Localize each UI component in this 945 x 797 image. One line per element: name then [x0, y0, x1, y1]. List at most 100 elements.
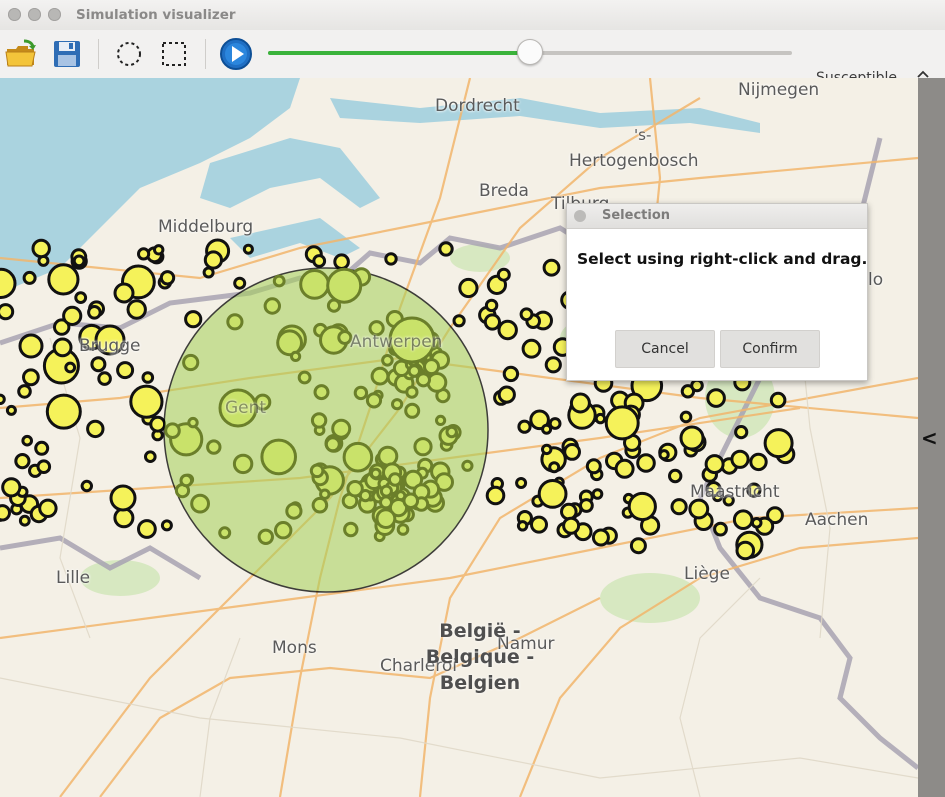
node-marker [461, 459, 474, 472]
close-window-button[interactable] [8, 8, 21, 21]
node-marker [149, 415, 167, 433]
save-button[interactable] [50, 37, 84, 71]
country-label-line-2: Belgique - [425, 646, 535, 668]
node-marker [404, 402, 421, 419]
node-marker [387, 472, 403, 487]
node-marker [636, 453, 656, 473]
node-marker [276, 329, 304, 357]
dialog-message: Select using right-click and drag. [577, 250, 868, 268]
node-marker [164, 422, 181, 440]
node-marker [160, 519, 173, 532]
node-marker [274, 521, 293, 540]
node-marker [342, 441, 374, 473]
node-marker [129, 384, 164, 419]
node-marker [137, 247, 151, 261]
node-marker [263, 297, 281, 315]
node-marker [763, 428, 794, 459]
node-marker [396, 523, 410, 536]
selection-dialog: Selection Select using right-click and d… [566, 203, 868, 381]
node-marker [64, 361, 77, 374]
node-marker [749, 452, 768, 472]
node-marker [734, 425, 749, 440]
node-marker [0, 393, 6, 405]
node-marker [90, 356, 107, 373]
node-marker [21, 434, 34, 447]
cancel-button[interactable]: Cancel [615, 330, 715, 368]
node-marker [435, 414, 447, 426]
node-marker [184, 310, 203, 329]
dialog-title: Selection [602, 208, 671, 223]
node-marker [0, 504, 11, 522]
city-label-antwerpen: Antwerpen [350, 332, 443, 352]
circle-select-button[interactable] [112, 37, 146, 71]
node-marker [326, 267, 363, 304]
node-marker [159, 270, 176, 286]
country-label-line-3: Belgien [439, 672, 521, 694]
city-label-middelburg: Middelburg [158, 217, 254, 237]
rect-select-button[interactable] [157, 37, 191, 71]
city-label-lille: Lille [56, 568, 91, 588]
node-marker [353, 385, 369, 401]
node-marker [379, 495, 393, 510]
node-marker [182, 353, 200, 372]
circle-select-icon [117, 42, 141, 66]
city-label-gent: Gent [225, 398, 267, 418]
node-marker [423, 358, 440, 376]
node-marker [452, 314, 466, 328]
node-marker [331, 418, 352, 439]
node-marker [732, 509, 754, 531]
node-marker [679, 410, 693, 424]
node-marker [324, 436, 341, 453]
node-marker [38, 498, 58, 518]
minimize-window-button[interactable] [28, 8, 41, 21]
node-marker [365, 392, 383, 409]
node-marker [629, 537, 647, 555]
node-marker [544, 356, 562, 374]
country-label: België - Belgique - Belgien [420, 618, 540, 696]
node-marker [179, 473, 194, 488]
node-marker [627, 491, 657, 522]
map-view[interactable]: Dordrecht Nijmegen 's- Hertogenbosch Bre… [0, 78, 918, 797]
selection-circle[interactable] [163, 267, 489, 593]
node-marker [413, 437, 433, 457]
node-marker [36, 459, 52, 475]
node-marker [519, 307, 534, 322]
node-marker [333, 253, 350, 270]
open-button[interactable] [4, 37, 38, 71]
node-marker [516, 520, 529, 532]
node-marker [153, 244, 165, 256]
node-marker [560, 502, 578, 521]
timeline-slider-thumb[interactable] [517, 39, 543, 65]
node-marker [585, 458, 602, 475]
node-marker [190, 493, 211, 514]
node-marker [313, 384, 330, 401]
city-label-maastricht: Maastricht [690, 482, 780, 502]
node-marker [47, 263, 80, 296]
node-marker [34, 440, 50, 456]
node-marker [391, 398, 404, 411]
node-marker [497, 385, 516, 404]
node-marker [31, 238, 51, 259]
city-label-brugge: Brugge [79, 336, 141, 356]
node-marker [530, 515, 548, 534]
node-marker [704, 454, 725, 475]
maximize-window-button[interactable] [48, 8, 61, 21]
river-water [330, 98, 760, 133]
node-marker [86, 419, 105, 439]
node-marker [369, 467, 382, 480]
confirm-button[interactable]: Confirm [720, 330, 820, 368]
dialog-close-button[interactable] [574, 210, 586, 222]
node-marker [381, 354, 394, 367]
node-marker [658, 449, 670, 461]
play-button[interactable] [219, 37, 253, 71]
node-marker [548, 461, 561, 474]
side-panel-toggle[interactable]: < [921, 426, 938, 450]
node-marker [319, 488, 331, 500]
node-marker [144, 450, 157, 464]
node-marker [126, 299, 147, 320]
node-marker [18, 514, 31, 527]
city-label-hertogenbosch-prefix: 's- [634, 126, 652, 144]
node-marker [379, 484, 393, 498]
node-marker [579, 498, 594, 513]
node-marker [614, 458, 635, 479]
